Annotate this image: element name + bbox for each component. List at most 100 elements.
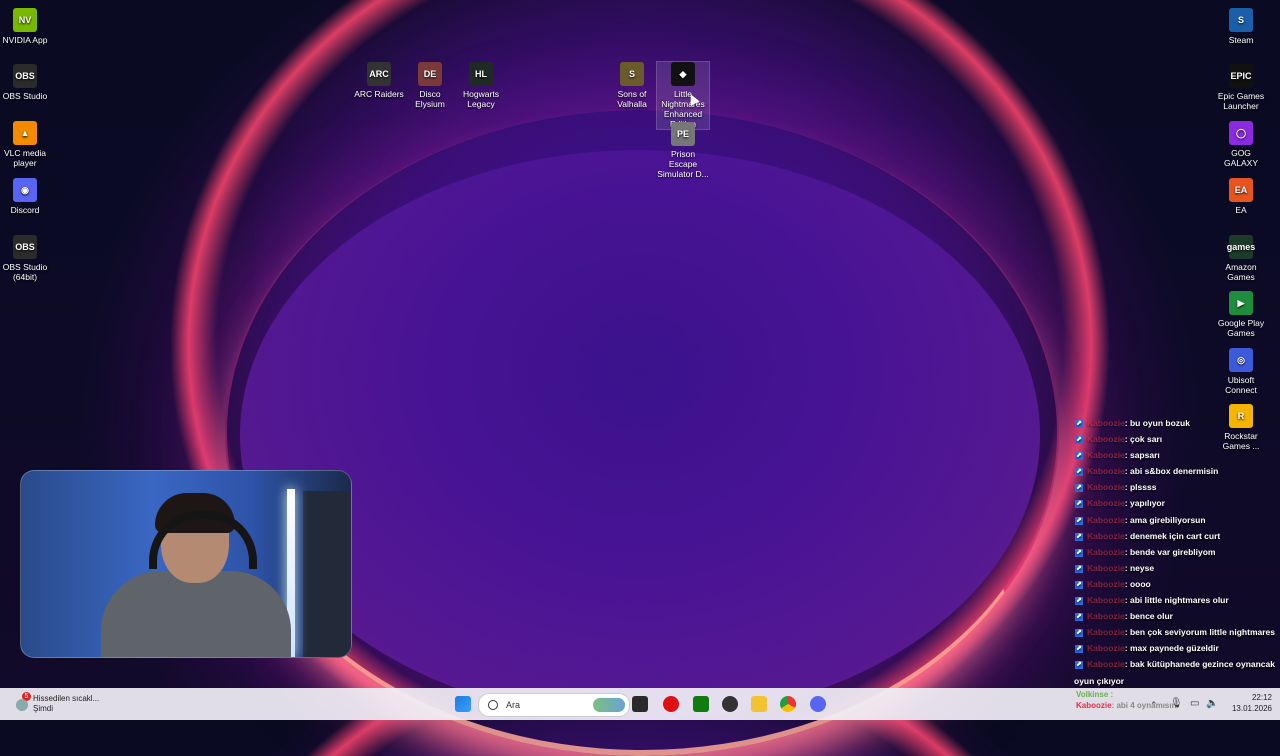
desktop-shortcut[interactable]: EPIC Epic Games Launcher [1215,64,1267,111]
desktop-shortcut[interactable]: ▶ Google Play Games [1215,291,1267,338]
chat-message: ⬈ Kaboozie: oooo [1074,579,1278,595]
steam-icon: S [1229,8,1253,32]
weather-widget[interactable]: 5 Hissedilen sıcakl... Şimdi [14,692,124,716]
desktop-shortcut[interactable]: ◎ Ubisoft Connect [1215,348,1267,395]
desktop-shortcut[interactable]: ▲ VLC media player [0,121,51,168]
opera-icon[interactable] [663,696,679,712]
desktop-shortcut[interactable]: ◯ GOG GALAXY [1215,121,1267,168]
windows-start-icon[interactable] [455,696,471,712]
chat-badge-icon: ⬈ [1075,629,1083,638]
obs-studio-icon: OBS [13,64,37,88]
chat-badge-icon: ⬈ [1075,516,1083,525]
chat-badge-icon: ⬈ [1075,564,1083,573]
chat-message: ⬈ Kaboozie: denemek için cart curt [1074,531,1278,547]
weather-line1: Hissedilen sıcakl... [33,694,100,703]
nvidia-app-icon: NV [13,8,37,32]
chat-badge-icon: ⬈ [1075,548,1083,557]
chat-message: ⬈ Kaboozie: bak kütüphanede gezince oynan… [1074,659,1278,675]
weather-line2: Şimdi [33,704,54,713]
little-nightmares-icon: ◆ [671,62,695,86]
chat-text: : ama girebiliyorsun [1124,514,1206,525]
chat-text: : ben çok seviyorum little nightmares [1124,627,1275,638]
microphone-icon[interactable]: 🎙 [1170,698,1183,709]
chat-username: Kaboozie [1087,530,1125,541]
desktop-shortcut-label: EA [1235,205,1247,215]
desktop-shortcut-label: Google Play Games [1217,318,1265,338]
chat-badge-icon: ⬈ [1075,532,1083,541]
chat-username: Kaboozie [1087,466,1125,477]
chat-username: Kaboozie [1087,562,1125,573]
desktop-shortcut[interactable]: S Sons of Valhalla [606,62,658,109]
xbox-icon[interactable] [693,696,709,712]
desktop-shortcut[interactable]: games Amazon Games [1215,235,1267,282]
chat-username: Kaboozie [1087,595,1125,606]
volume-icon[interactable]: 🔈 [1206,698,1218,709]
wallpaper-orb [240,150,1040,720]
desktop-shortcut[interactable]: OBS OBS Studio (64bit) [0,235,51,282]
search-box[interactable]: Ara [478,693,630,717]
chat-username: Kaboozie [1087,627,1125,638]
terminal-icon[interactable] [632,696,648,712]
chat-username: Kaboozie [1087,514,1125,525]
epic-games-icon: EPIC [1229,64,1253,88]
discord-icon: ◉ [13,178,37,202]
chat-text: : plssss [1124,482,1157,493]
desktop-shortcut-label: Ubisoft Connect [1225,375,1257,395]
chat-username: Kaboozie [1087,434,1125,445]
clock[interactable]: 22:12 13.01.2026 [1224,692,1272,714]
chat-message: ⬈ Kaboozie: neyse [1074,563,1278,579]
desktop-shortcut[interactable]: ◉ Discord [0,178,51,215]
desktop-shortcut[interactable]: PE Prison Escape Simulator D... [657,122,709,179]
ubisoft-connect-icon: ◎ [1229,348,1253,372]
obs-studio-64-icon: OBS [13,235,37,259]
desktop-shortcut-label: Epic Games Launcher [1217,91,1265,111]
clock-date: 13.01.2026 [1231,704,1272,713]
desktop-shortcut-label: Hogwarts Legacy [463,89,499,109]
chat-text: : bende var girebliyom [1124,546,1216,557]
webcam-overlay [20,470,352,658]
clock-time: 22:12 [1251,693,1272,702]
obs-taskbar-icon[interactable] [722,696,738,712]
desktop-shortcut-label: OBS Studio (64bit) [2,262,48,282]
desktop-shortcut-label: ARC Raiders [354,89,404,99]
desktop-shortcut[interactable]: S Steam [1215,8,1267,45]
chat-badge-icon: ⬈ [1075,484,1083,493]
taskbar: 5 Hissedilen sıcakl... Şimdi Ara Volkins… [0,688,1280,720]
desktop-shortcut-label: Steam [1228,35,1254,45]
chat-message: ⬈ Kaboozie: ama girebiliyorsun [1074,515,1278,531]
chat-message: ⬈ Kaboozie: sapsarı [1074,450,1278,466]
chat-text: : sapsarı [1124,450,1160,461]
chat-badge-icon: ⬈ [1075,420,1083,428]
desktop-shortcut-label: Amazon Games [1225,262,1257,282]
chat-text: : yapılıyor [1124,498,1165,509]
chat-username: Kaboozie [1087,659,1125,670]
vlc-icon: ▲ [13,121,37,145]
chat-message: ⬈ Kaboozie: yapılıyor [1074,498,1278,514]
tray-chevron-icon[interactable]: ⌃ [1150,700,1158,711]
chat-footer-msg2: : abi 4 oynamısın [1111,701,1177,710]
desktop-shortcut[interactable]: ◆Little Nightmares Enhanced Edition [656,61,710,130]
chat-text: : oooo [1124,578,1151,589]
chat-badge-icon: ⬈ [1075,580,1083,589]
discord-taskbar-icon[interactable] [810,696,826,712]
desktop-shortcut[interactable]: DE Disco Elysium [404,62,456,109]
chat-text: : bak kütüphanede gezince oynancak [1124,659,1275,670]
desktop-shortcut[interactable]: EA EA [1215,178,1267,215]
monitor-icon[interactable]: ▭ [1190,698,1199,709]
desktop-shortcut[interactable]: ARC ARC Raiders [353,62,405,99]
file-explorer-icon[interactable] [751,696,767,712]
chat-badge-icon: ⬈ [1075,436,1083,445]
chat-text: : denemek için cart curt [1124,530,1221,541]
chat-text: : çok sarı [1124,434,1163,445]
chat-message: ⬈ Kaboozie: abi little nightmares olur [1074,595,1278,611]
weather-icon [16,699,28,711]
chrome-icon[interactable] [780,696,796,712]
search-placeholder: Ara [506,700,521,710]
desktop-shortcut-label: OBS Studio [2,91,48,101]
desktop-shortcut[interactable]: HL Hogwarts Legacy [455,62,507,109]
chat-badge-icon: ⬈ [1075,661,1083,670]
desktop-shortcut[interactable]: NV NVIDIA App [0,8,51,45]
desktop-shortcut-label: VLC media player [3,148,47,168]
desktop-shortcut[interactable]: OBS OBS Studio [0,64,51,101]
chat-username: Kaboozie [1087,611,1125,622]
